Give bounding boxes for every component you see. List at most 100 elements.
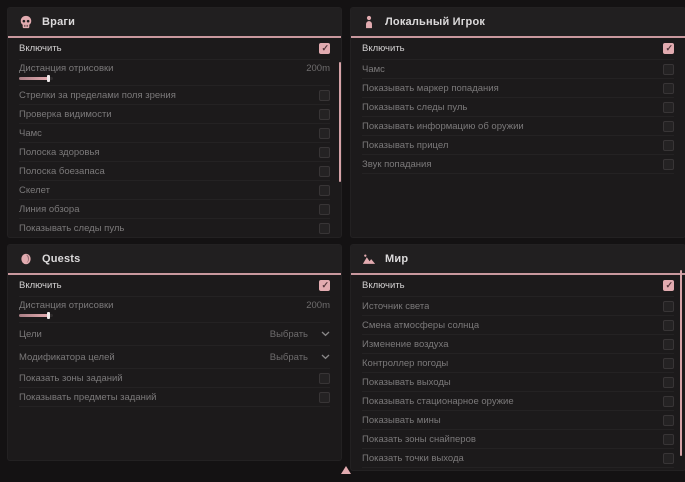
setting-row: Полоска боезапаса [19,162,330,181]
setting-label: Источник света [362,301,429,312]
setting-row: Источник света [362,297,674,316]
checkbox[interactable] [319,90,330,101]
scrollbar-thumb[interactable] [680,270,682,456]
setting-row-dropdown: Модификатора целей Выбрать [19,346,330,369]
checkbox[interactable] [663,434,674,445]
draw-distance-slider[interactable] [19,77,53,80]
setting-label: Показывать мины [362,415,441,426]
target-modifiers-dropdown[interactable]: Выбрать [270,352,330,363]
setting-label: Проверка видимости [19,109,112,120]
setting-row: Показывать предметы заданий [19,388,330,407]
checkbox[interactable] [663,159,674,170]
checkbox[interactable] [663,453,674,464]
checkbox[interactable] [319,166,330,177]
mouse-cursor [341,466,351,474]
quests-icon [19,252,33,266]
setting-label: Показывать выходы [362,377,451,388]
panel-world-header[interactable]: Мир [351,245,685,275]
setting-row: Показывать следы пуль [362,98,674,117]
panel-enemies-header[interactable]: Враги [8,8,341,38]
panel-enemies: Враги Включить Дистанция отрисовки 200m … [8,8,341,237]
checkbox[interactable] [663,301,674,312]
scrollbar-thumb[interactable] [339,62,341,182]
checkbox[interactable] [663,415,674,426]
panel-local-player-header[interactable]: Локальный Игрок [351,8,685,38]
slider-value: 200m [306,63,330,74]
setting-row: Скелет [19,181,330,200]
setting-row: Контроллер погоды [362,354,674,373]
checkbox[interactable] [663,83,674,94]
setting-label: Показывать предметы заданий [19,392,156,403]
setting-row-slider: Дистанция отрисовки 200m [19,60,330,86]
setting-label: Чамс [362,64,385,75]
setting-row: Показать зоны заданий [19,369,330,388]
setting-row: Звук попадания [362,155,674,174]
checkbox[interactable] [663,140,674,151]
checkbox[interactable] [319,128,330,139]
slider-handle[interactable] [47,75,50,82]
panel-quests: Quests Включить Дистанция отрисовки 200m… [8,245,341,460]
slider-value: 200m [306,300,330,311]
checkbox[interactable] [319,373,330,384]
setting-label: Включить [19,43,62,54]
setting-row: Показать точки выхода [362,449,674,468]
checkbox[interactable] [319,147,330,158]
setting-row: Показывать информацию об оружии [362,117,674,136]
slider-handle[interactable] [47,312,50,319]
chevron-down-icon [321,354,330,360]
checkbox[interactable] [663,358,674,369]
panel-local-player: Локальный Игрок Включить Чамс Показывать… [351,8,685,237]
setting-row: Показать зоны снайперов [362,430,674,449]
setting-label: Стрелки за пределами поля зрения [19,90,176,101]
checkbox[interactable] [319,223,330,234]
setting-row: Смена атмосферы солнца [362,316,674,335]
panel-title: Quests [42,253,81,265]
checkbox-checked[interactable] [663,280,674,291]
setting-label: Полоска боезапаса [19,166,105,177]
checkbox-checked[interactable] [319,280,330,291]
setting-row: Показывать маркер попадания [362,79,674,98]
setting-label: Включить [362,280,405,291]
setting-label: Контроллер погоды [362,358,448,369]
panel-local-player-body: Включить Чамс Показывать маркер попадани… [351,38,685,174]
setting-label: Включить [19,280,62,291]
checkbox[interactable] [663,396,674,407]
setting-label: Полоска здоровья [19,147,100,158]
setting-label: Модификатора целей [19,352,115,363]
checkbox[interactable] [319,109,330,120]
setting-label: Скелет [19,185,50,196]
checkbox[interactable] [663,320,674,331]
setting-label: Показать точки выхода [362,453,464,464]
checkbox[interactable] [319,204,330,215]
checkbox[interactable] [663,339,674,350]
checkbox[interactable] [663,64,674,75]
setting-row: Чамс [19,124,330,143]
checkbox-checked[interactable] [319,43,330,54]
dropdown-value: Выбрать [270,352,308,363]
checkbox[interactable] [663,377,674,388]
panel-world-body: Включить Источник света Смена атмосферы … [351,275,685,468]
checkbox-checked[interactable] [663,43,674,54]
panel-world: Мир Включить Источник света Смена атмосф… [351,245,685,470]
setting-row: Стрелки за пределами поля зрения [19,86,330,105]
setting-label: Показать зоны снайперов [362,434,476,445]
panel-quests-header[interactable]: Quests [8,245,341,275]
setting-label: Показывать маркер попадания [362,83,499,94]
chevron-down-icon [321,331,330,337]
checkbox[interactable] [319,392,330,403]
checkbox[interactable] [663,121,674,132]
dropdown-value: Выбрать [270,329,308,340]
setting-row: Показывать прицел [362,136,674,155]
panel-enemies-body: Включить Дистанция отрисовки 200m Стрелк… [8,38,341,237]
setting-label: Дистанция отрисовки [19,63,113,74]
setting-label: Чамс [19,128,42,139]
setting-row: Включить [19,38,330,60]
checkbox[interactable] [663,102,674,113]
setting-label: Включить [362,43,405,54]
setting-label: Показывать следы пуль [362,102,467,113]
setting-label: Цели [19,329,42,340]
targets-dropdown[interactable]: Выбрать [270,329,330,340]
person-icon [362,15,376,29]
checkbox[interactable] [319,185,330,196]
draw-distance-slider[interactable] [19,314,53,317]
